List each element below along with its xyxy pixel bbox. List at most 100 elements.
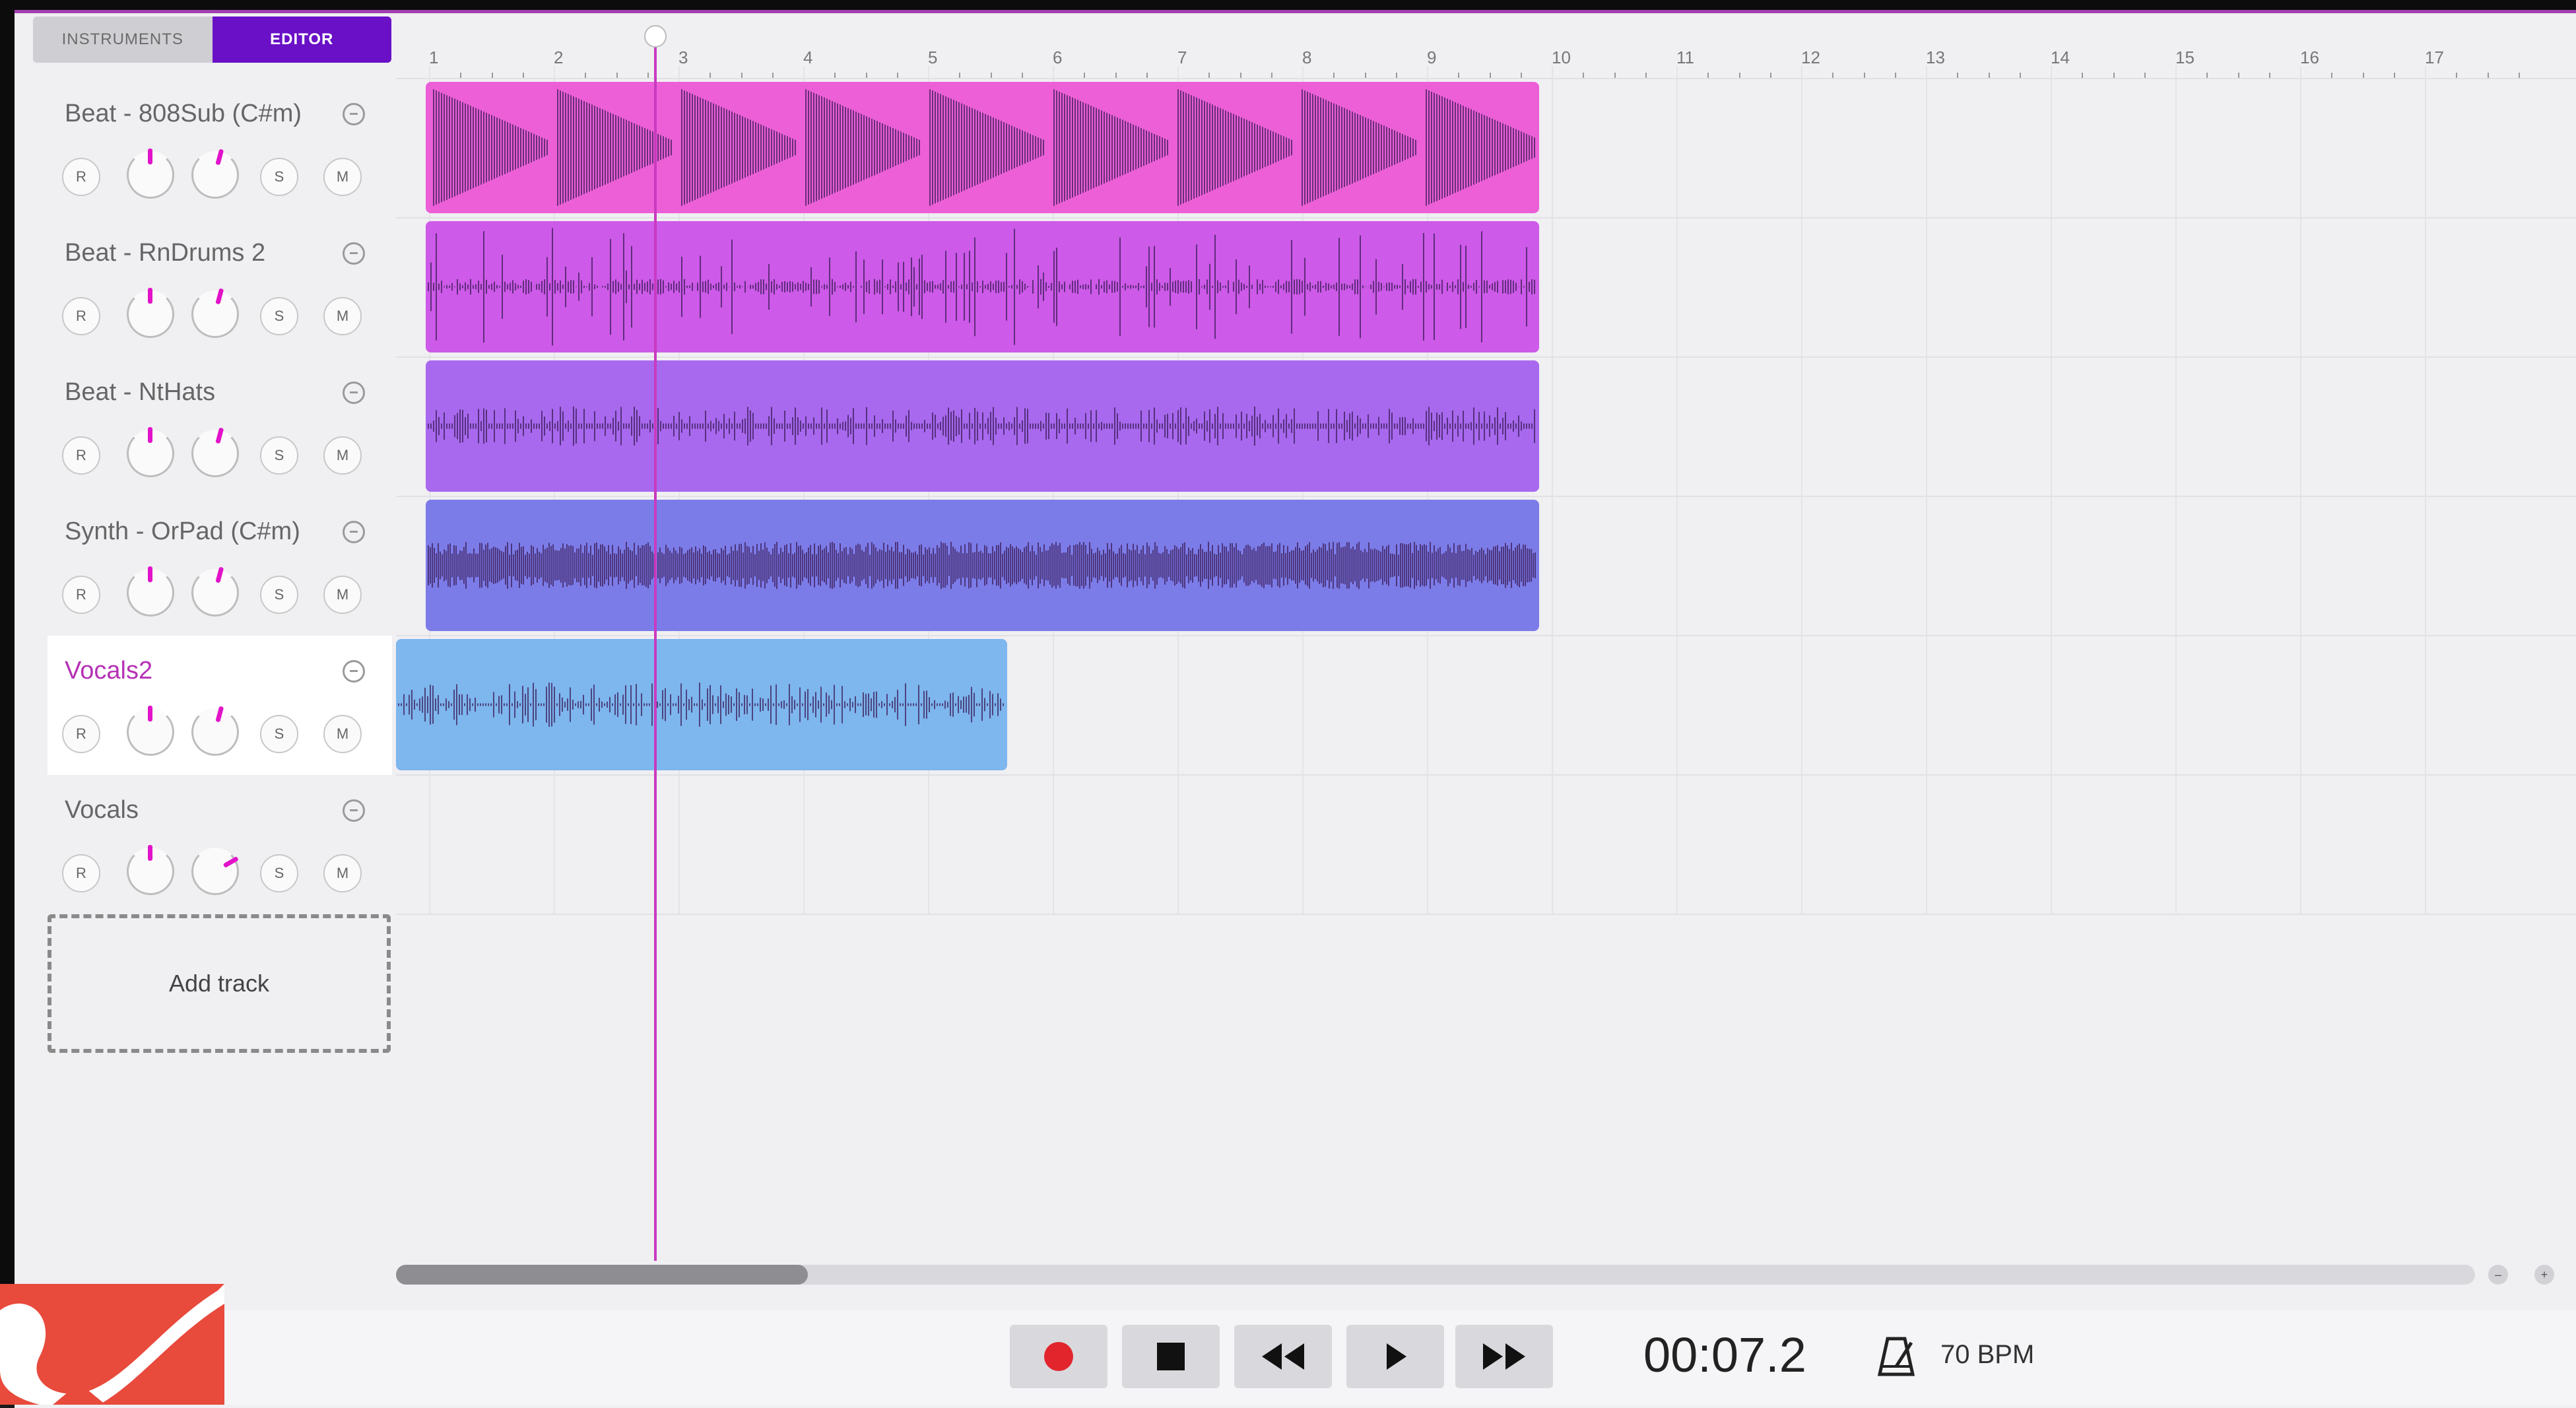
time-display: 00:07.2 [1643,1327,1806,1382]
record-arm-button[interactable]: R [62,576,100,614]
ruler-bar-number: 14 [2051,48,2070,67]
zoom-out-icon[interactable]: – [2488,1265,2508,1285]
ruler-bar-number: 4 [803,48,813,67]
play-button[interactable] [1346,1325,1444,1388]
grid-line [1801,66,1802,914]
audio-clip[interactable] [426,82,1539,213]
ruler-bar-number: 1 [429,48,439,67]
playhead-handle[interactable] [644,25,667,48]
ruler-bar-number: 3 [678,48,688,67]
fast-forward-button[interactable] [1455,1325,1553,1388]
record-arm-button[interactable]: R [62,297,100,335]
mute-button[interactable]: M [323,576,362,614]
pan-knob[interactable] [191,706,239,756]
ruler-bar-number: 15 [2175,48,2195,67]
track-options-icon[interactable] [343,660,365,683]
pan-knob[interactable] [191,149,239,199]
track-options-icon[interactable] [343,382,365,404]
row-divider [396,356,2576,358]
solo-button[interactable]: S [260,436,298,475]
mute-button[interactable]: M [323,297,362,335]
grid-line [1926,66,1927,914]
mode-tabs: INSTRUMENTS EDITOR [33,17,391,63]
solo-button[interactable]: S [260,715,298,753]
volume-knob[interactable] [127,845,174,895]
track-options-icon[interactable] [343,799,365,822]
track-name[interactable]: Vocals [65,796,139,824]
ruler-bar-number: 10 [1552,48,1571,67]
track-options-icon[interactable] [343,103,365,125]
pan-knob[interactable] [191,566,239,617]
track-name[interactable]: Beat - RnDrums 2 [65,239,265,267]
mute-button[interactable]: M [323,715,362,753]
track-options-icon[interactable] [343,242,365,265]
ruler-bar-number: 8 [1302,48,1312,67]
audio-clip[interactable] [426,360,1539,492]
horizontal-scrollbar[interactable] [396,1265,2475,1285]
audio-clip[interactable] [426,500,1539,631]
record-button[interactable] [1010,1325,1107,1388]
record-arm-button[interactable]: R [62,715,100,753]
zoom-in-icon[interactable]: + [2534,1265,2554,1285]
volume-knob[interactable] [127,566,174,617]
track-header[interactable]: Beat - RnDrums 2 R SM [48,218,392,357]
add-track-button[interactable]: Add track [48,914,391,1053]
record-arm-button[interactable]: R [62,158,100,196]
row-divider [396,914,2576,915]
app-window: INSTRUMENTS EDITOR 1 2 3 4 5 6 7 8 9 10 11 12 13 14 15… [0,0,2576,1408]
record-arm-button[interactable]: R [62,436,100,475]
solo-button[interactable]: S [260,854,298,892]
brand-logo [0,1284,224,1405]
record-arm-button[interactable]: R [62,854,100,892]
bpm-label[interactable]: 70 BPM [1940,1340,2034,1370]
ruler-bar-number: 17 [2425,48,2444,67]
scrollbar-thumb[interactable] [396,1265,808,1285]
play-icon [1387,1343,1406,1370]
audio-clip[interactable] [426,221,1539,352]
rewind-icon [1262,1343,1304,1370]
track-header[interactable]: Vocals R S M [48,775,392,914]
audio-clip[interactable] [396,639,1007,770]
ruler-bar-number: 11 [1676,48,1694,67]
volume-knob[interactable] [127,149,174,199]
pan-knob[interactable] [191,427,239,477]
track-name[interactable]: Vocals2 [65,657,152,685]
mute-button[interactable]: M [323,436,362,475]
track-name[interactable]: Beat - NtHats [65,378,215,407]
solo-button[interactable]: S [260,576,298,614]
stop-button[interactable] [1122,1325,1220,1388]
track-options-icon[interactable] [343,521,365,543]
rewind-button[interactable] [1234,1325,1332,1388]
ruler-bar-number: 7 [1177,48,1187,67]
ruler-bar-number: 9 [1427,48,1437,67]
mute-button[interactable]: M [323,158,362,196]
solo-button[interactable]: S [260,158,298,196]
ruler-bar-number: 5 [928,48,938,67]
track-name[interactable]: Beat - 808Sub (C#m) [65,100,302,128]
pan-knob[interactable] [191,288,239,338]
volume-knob[interactable] [127,706,174,756]
track-header[interactable]: Beat - NtHats R S M [48,357,392,496]
grid-line [1676,66,1678,914]
playhead[interactable] [654,26,657,1261]
track-name[interactable]: Synth - OrPad (C#m) [65,518,300,546]
volume-knob[interactable] [127,288,174,338]
mute-button[interactable]: M [323,854,362,892]
metronome-icon[interactable] [1873,1333,1919,1380]
track-header[interactable]: Beat - 808Sub (C#m) R S M [48,79,392,218]
ruler-bar-number: 6 [1053,48,1063,67]
track-header[interactable]: Vocals2 R S M [48,636,392,775]
solo-button[interactable]: S [260,297,298,335]
ruler-bar-number: 12 [1801,48,1820,67]
tab-instruments[interactable]: INSTRUMENTS [33,17,213,63]
row-divider [396,774,2576,776]
pan-knob[interactable] [191,848,239,895]
ruler-bar-number: 2 [554,48,564,67]
volume-knob[interactable] [127,427,174,477]
grid-line [1552,66,1553,914]
row-divider [396,217,2576,218]
record-icon [1044,1342,1073,1371]
ruler-bar-number: 16 [2300,48,2319,67]
track-header[interactable]: Synth - OrPad (C#m) R S M [48,496,392,636]
tab-editor[interactable]: EDITOR [212,17,391,63]
